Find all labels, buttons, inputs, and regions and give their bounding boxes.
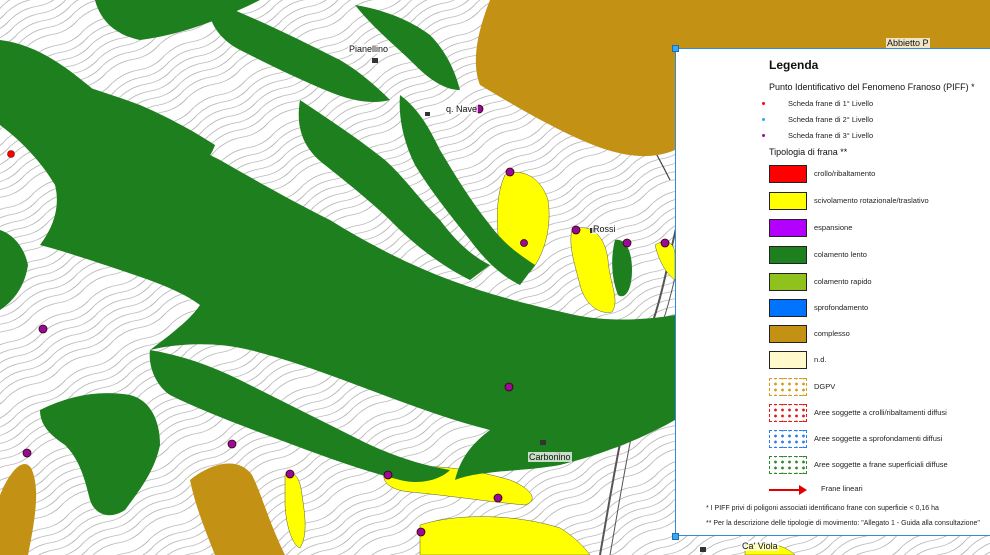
piff-point-level3 (285, 469, 295, 479)
building (700, 547, 706, 552)
legend-item-label: sprofondamento (814, 303, 869, 312)
legend-title: Legenda (769, 58, 819, 72)
swatch-complesso (769, 325, 807, 343)
piff-point-level3 (22, 448, 32, 458)
swatch-sprofondamenti-diffusi (769, 430, 807, 448)
swatch-nd (769, 351, 807, 369)
legend-item-label: colamento lento (814, 250, 867, 259)
swatch-crolli-diffusi (769, 404, 807, 422)
legend-item-label: crollo/ribaltamento (814, 169, 876, 178)
tipologia-title: Tipologia di frana ** (769, 147, 848, 157)
piff-title: Punto Identificativo del Fenomeno Franos… (769, 82, 975, 92)
building (540, 440, 546, 445)
piff-item-level3: Scheda frane di 3° Livello (762, 131, 874, 140)
piff-item-label: Scheda frane di 3° Livello (788, 131, 874, 140)
place-rossi: Rossi (592, 224, 617, 234)
piff-point-level3 (493, 493, 503, 503)
legend-item-label: espansione (814, 223, 853, 232)
piff-item-level2: Scheda frane di 2° Livello (762, 115, 874, 124)
resize-handle-top-left[interactable] (672, 45, 679, 52)
legend-item-label: complesso (814, 329, 850, 338)
legend-item-label: Aree soggette a frane superficiali diffu… (814, 460, 948, 469)
piff-point-level3 (660, 238, 670, 248)
legend-item-label: n.d. (814, 355, 827, 364)
place-pianellino: Pianellino (348, 44, 390, 54)
piff-point-level3 (505, 167, 515, 177)
resize-handle-bottom-left[interactable] (672, 533, 679, 540)
legend-item-label: DGPV (814, 382, 836, 391)
legend-item-label: scivolamento rotazionale/traslativo (814, 196, 929, 205)
building (425, 112, 430, 116)
piff-point-level3 (504, 382, 514, 392)
swatch-crollo (769, 165, 807, 183)
linear-landslide-arrow-icon (769, 489, 801, 491)
legend-item-label: colamento rapido (814, 277, 872, 286)
place-carbonino: Carbonino (528, 452, 572, 462)
piff-dot-level1-icon (762, 102, 765, 105)
place-abbietto: Abbietto P (886, 38, 930, 48)
swatch-frane-superficiali (769, 456, 807, 474)
swatch-espansione (769, 219, 807, 237)
legend-note-2: ** Per la descrizione delle tipologie di… (706, 520, 980, 527)
piff-dot-level3-icon (762, 134, 765, 137)
piff-dot-level2-icon (762, 118, 765, 121)
swatch-scivolamento (769, 192, 807, 210)
swatch-dgpv (769, 378, 807, 396)
place-cavola: Ca' Viola (741, 541, 779, 551)
piff-point-level3 (227, 439, 237, 449)
piff-point-level3 (571, 225, 581, 235)
legend-item-label: Frane lineari (821, 484, 863, 493)
building (372, 58, 378, 63)
piff-point-level1 (7, 150, 15, 158)
arrow-head-icon (799, 485, 807, 495)
legend-item-label: Aree soggette a sprofondamenti diffusi (814, 434, 943, 443)
swatch-colamento-lento (769, 246, 807, 264)
piff-item-level1: Scheda frane di 1° Livello (762, 99, 874, 108)
piff-point-level3 (622, 238, 632, 248)
piff-point-level3 (383, 470, 393, 480)
legend-note-1: * I PIFF privi di poligoni associati ide… (706, 505, 939, 512)
piff-point-level3 (38, 324, 48, 334)
piff-item-label: Scheda frane di 2° Livello (788, 115, 874, 124)
piff-point-level3 (520, 239, 528, 247)
piff-point-level3 (416, 527, 426, 537)
place-nave: q. Nave (445, 104, 479, 114)
legend-panel[interactable]: Legenda Punto Identificativo del Fenomen… (675, 48, 990, 536)
legend-item-label: Aree soggette a crolli/ribaltamenti diff… (814, 408, 947, 417)
piff-item-label: Scheda frane di 1° Livello (788, 99, 874, 108)
swatch-colamento-rapido (769, 273, 807, 291)
swatch-sprofondamento (769, 299, 807, 317)
